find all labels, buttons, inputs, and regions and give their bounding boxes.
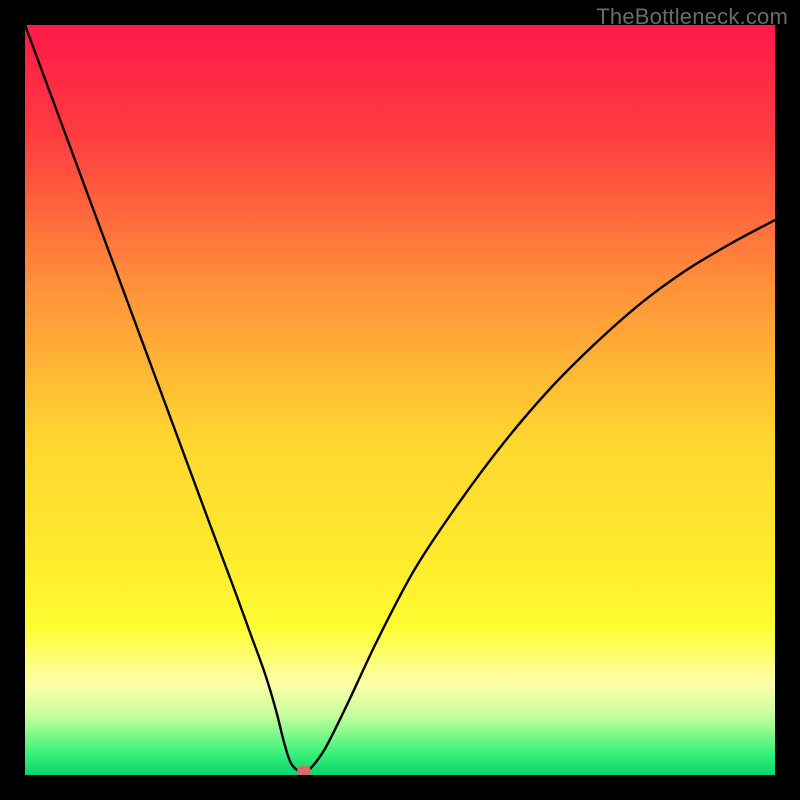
bottleneck-curve [25, 25, 775, 775]
watermark-text: TheBottleneck.com [596, 4, 788, 30]
marker-dot [297, 766, 311, 776]
plot-area [25, 25, 775, 775]
chart-stage: TheBottleneck.com [0, 0, 800, 800]
